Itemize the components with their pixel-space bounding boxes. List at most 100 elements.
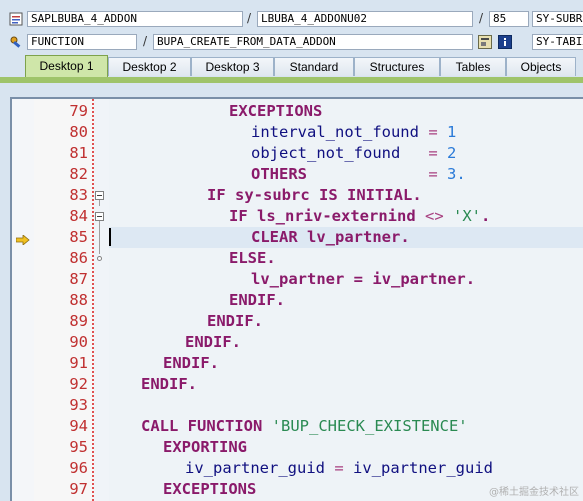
line-number-column: 79 80 81 82 83 84 85 86 87 88 89 90 91 9… bbox=[34, 99, 94, 501]
code-line-90: ENDIF. bbox=[109, 332, 583, 353]
code-line-94: CALL FUNCTION 'BUP_CHECK_EXISTENCE' bbox=[109, 416, 583, 437]
tab-desktop-1[interactable]: Desktop 1 bbox=[25, 55, 108, 77]
current-line-arrow-icon bbox=[15, 230, 30, 246]
code-line-79: EXCEPTIONS bbox=[109, 101, 583, 122]
separator: / bbox=[479, 11, 484, 25]
line-number: 87 bbox=[69, 270, 88, 288]
keyword: CLEAR bbox=[251, 228, 298, 246]
string-literal: 'BUP_CHECK_EXISTENCE' bbox=[271, 417, 468, 435]
info-icon[interactable] bbox=[498, 34, 512, 49]
code-line-89: ENDIF. bbox=[109, 311, 583, 332]
system-field-tabix[interactable]: SY-TABIX bbox=[532, 34, 583, 50]
keyword: IS INITIAL bbox=[319, 186, 413, 204]
tab-objects[interactable]: Objects bbox=[506, 57, 576, 76]
line-number: 96 bbox=[69, 459, 88, 477]
breakpoint-gutter[interactable] bbox=[12, 99, 34, 501]
identifier: interval_not_found bbox=[251, 123, 419, 141]
fold-toggle-icon[interactable] bbox=[95, 212, 104, 221]
code-area[interactable]: EXCEPTIONS interval_not_found = 1 object… bbox=[109, 99, 583, 501]
line-number: 93 bbox=[69, 396, 88, 414]
code-editor[interactable]: 79 80 81 82 83 84 85 86 87 88 89 90 91 9… bbox=[10, 97, 583, 501]
tab-tables[interactable]: Tables bbox=[440, 57, 506, 76]
object-field[interactable]: BUPA_CREATE_FROM_DATA_ADDON bbox=[153, 34, 473, 50]
identifier: iv_partner_guid bbox=[353, 459, 493, 477]
keyword: ENDIF. bbox=[207, 312, 263, 330]
system-field-subrc[interactable]: SY-SUBRC bbox=[532, 11, 583, 27]
keyword: IF bbox=[207, 186, 226, 204]
line-number-field[interactable]: 85 bbox=[489, 11, 529, 27]
line-number: 82 bbox=[69, 165, 88, 183]
line-number: 88 bbox=[69, 291, 88, 309]
function-icon bbox=[9, 34, 23, 48]
tab-bar: Desktop 1 Desktop 2 Desktop 3 Standard S… bbox=[0, 55, 583, 78]
period: . bbox=[481, 207, 491, 225]
period: . bbox=[465, 270, 476, 288]
identifier: iv_partner bbox=[372, 270, 466, 288]
code-line-84: IF ls_nriv-externind <> 'X'. bbox=[109, 206, 583, 227]
keyword: ENDIF. bbox=[229, 291, 285, 309]
keyword: OTHERS bbox=[251, 165, 307, 183]
include-field[interactable]: LBUBA_4_ADDONU02 bbox=[257, 11, 473, 27]
fold-column bbox=[95, 99, 109, 501]
period: . bbox=[400, 228, 410, 246]
fold-toggle-icon[interactable] bbox=[95, 191, 104, 200]
code-line-88: ENDIF. bbox=[109, 290, 583, 311]
line-number: 89 bbox=[69, 312, 88, 330]
keyword: EXPORTING bbox=[163, 438, 247, 456]
keyword: CALL FUNCTION bbox=[141, 417, 263, 435]
operator: = bbox=[353, 270, 364, 288]
fold-line bbox=[99, 200, 100, 206]
period: . bbox=[456, 165, 466, 183]
identifier: lv_partner bbox=[251, 270, 345, 288]
line-number: 92 bbox=[69, 375, 88, 393]
identifier: object_not_found bbox=[251, 144, 401, 162]
line-number: 90 bbox=[69, 333, 88, 351]
line-number: 81 bbox=[69, 144, 88, 162]
keyword: IF bbox=[229, 207, 248, 225]
line-number: 94 bbox=[69, 417, 88, 435]
tab-accent-bar bbox=[0, 77, 583, 83]
line-number: 95 bbox=[69, 438, 88, 456]
tab-desktop-2[interactable]: Desktop 2 bbox=[108, 57, 191, 76]
number: 3 bbox=[447, 165, 457, 183]
code-line-96: iv_partner_guid = iv_partner_guid bbox=[109, 458, 583, 479]
line-number: 79 bbox=[69, 102, 88, 120]
line-number: 86 bbox=[69, 249, 88, 267]
tab-structures[interactable]: Structures bbox=[354, 57, 440, 76]
number: 1 bbox=[447, 123, 457, 141]
operator: = bbox=[428, 144, 438, 162]
operator: <> bbox=[425, 207, 444, 225]
identifier: lv_partner bbox=[307, 228, 401, 246]
tab-standard[interactable]: Standard bbox=[274, 57, 354, 76]
line-number: 91 bbox=[69, 354, 88, 372]
code-line-83: IF sy-subrc IS INITIAL. bbox=[109, 185, 583, 206]
line-number: 83 bbox=[69, 186, 88, 204]
line-number: 85 bbox=[69, 228, 88, 246]
operator: = bbox=[334, 459, 344, 477]
watermark: @稀土掘金技术社区 bbox=[489, 487, 579, 498]
fold-line bbox=[99, 221, 100, 254]
program-field[interactable]: SAPLBUBA_4_ADDON bbox=[27, 11, 243, 27]
string-literal: 'X' bbox=[453, 207, 482, 225]
keyword: ELSE. bbox=[229, 249, 276, 267]
operator: = bbox=[428, 123, 438, 141]
code-line-92: ENDIF. bbox=[109, 374, 583, 395]
type-field[interactable]: FUNCTION bbox=[27, 34, 137, 50]
keyword: ENDIF. bbox=[185, 333, 241, 351]
code-line-86: ELSE. bbox=[109, 248, 583, 269]
identifier: ls_nriv-externind bbox=[257, 207, 416, 225]
code-line-85-current: CLEAR lv_partner. bbox=[109, 227, 583, 248]
text-cursor bbox=[109, 228, 111, 246]
code-line-82: OTHERS = 3. bbox=[109, 164, 583, 185]
tab-desktop-3[interactable]: Desktop 3 bbox=[191, 57, 274, 76]
code-line-91: ENDIF. bbox=[109, 353, 583, 374]
keyword: ENDIF. bbox=[141, 375, 197, 393]
number: 2 bbox=[447, 144, 457, 162]
keyword: ENDIF. bbox=[163, 354, 219, 372]
display-object-icon[interactable] bbox=[478, 34, 492, 49]
line-number: 84 bbox=[69, 207, 88, 225]
identifier: iv_partner_guid bbox=[185, 459, 325, 477]
separator: / bbox=[247, 11, 252, 25]
code-line-81: object_not_found = 2 bbox=[109, 143, 583, 164]
period: . bbox=[412, 186, 422, 204]
